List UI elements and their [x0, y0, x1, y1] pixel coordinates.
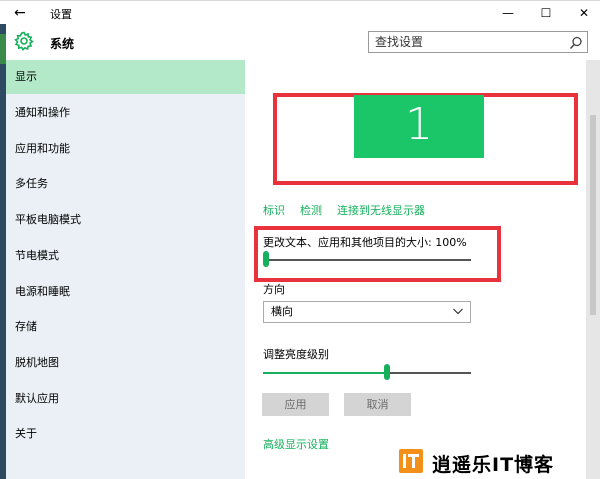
- cancel-button[interactable]: 取消: [344, 393, 411, 416]
- detect-link[interactable]: 检测: [300, 202, 322, 218]
- identify-link[interactable]: 标识: [263, 202, 285, 218]
- scrollbar-thumb[interactable]: [590, 115, 596, 315]
- brightness-slider-fill[interactable]: [263, 372, 386, 374]
- scrollbar[interactable]: [586, 60, 600, 479]
- maximize-button[interactable]: ☐: [530, 1, 562, 25]
- monitor-tile[interactable]: 1: [354, 95, 484, 158]
- scale-label: 更改文本、应用和其他项目的大小: 100%: [263, 236, 467, 249]
- back-arrow-icon[interactable]: ←: [14, 5, 30, 21]
- watermark-logo-icon: [399, 449, 423, 473]
- search-box[interactable]: [368, 31, 588, 53]
- title-bar: ← 设置 — ☐ ✕: [0, 0, 600, 24]
- sidebar-item-notifications[interactable]: 通知和操作: [6, 96, 245, 130]
- sidebar-item-storage[interactable]: 存储: [6, 310, 245, 344]
- brightness-label: 调整亮度级别: [263, 348, 329, 361]
- brightness-slider-track[interactable]: [389, 372, 471, 374]
- orientation-value: 横向: [271, 305, 293, 318]
- connect-wireless-display-link[interactable]: 连接到无线显示器: [337, 202, 425, 218]
- watermark: 逍遥乐IT博客: [399, 449, 579, 476]
- brightness-slider-thumb[interactable]: [384, 364, 390, 380]
- apply-button[interactable]: 应用: [262, 393, 329, 416]
- search-input[interactable]: [375, 35, 555, 49]
- orientation-select[interactable]: 横向: [263, 301, 471, 323]
- scale-slider-track[interactable]: [266, 259, 471, 261]
- minimize-button[interactable]: —: [492, 1, 524, 25]
- window-title: 设置: [50, 8, 72, 21]
- sidebar-item-offline-maps[interactable]: 脱机地图: [6, 346, 245, 380]
- advanced-display-settings-link[interactable]: 高级显示设置: [263, 436, 329, 452]
- sidebar-item-power-sleep[interactable]: 电源和睡眠: [6, 275, 245, 309]
- page-header: 系统: [6, 24, 600, 60]
- search-icon[interactable]: [569, 35, 583, 50]
- gear-icon: [14, 31, 34, 51]
- chevron-down-icon: [452, 304, 464, 316]
- watermark-text: 逍遥乐IT博客: [432, 454, 555, 476]
- sidebar-item-tablet-mode[interactable]: 平板电脑模式: [6, 203, 245, 237]
- sidebar-item-about[interactable]: 关于: [6, 417, 245, 451]
- sidebar-item-battery-saver[interactable]: 节电模式: [6, 239, 245, 273]
- page-title: 系统: [50, 37, 75, 51]
- sidebar-item-default-apps[interactable]: 默认应用: [6, 382, 245, 416]
- sidebar-item-apps[interactable]: 应用和功能: [6, 132, 245, 166]
- scale-slider-thumb[interactable]: [263, 251, 269, 267]
- sidebar: 显示 通知和操作 应用和功能 多任务 平板电脑模式 节电模式 电源和睡眠 存储 …: [6, 60, 245, 479]
- sidebar-item-multitasking[interactable]: 多任务: [6, 167, 245, 201]
- close-button[interactable]: ✕: [568, 1, 600, 25]
- sidebar-item-display[interactable]: 显示: [6, 60, 245, 94]
- orientation-label: 方向: [263, 283, 285, 296]
